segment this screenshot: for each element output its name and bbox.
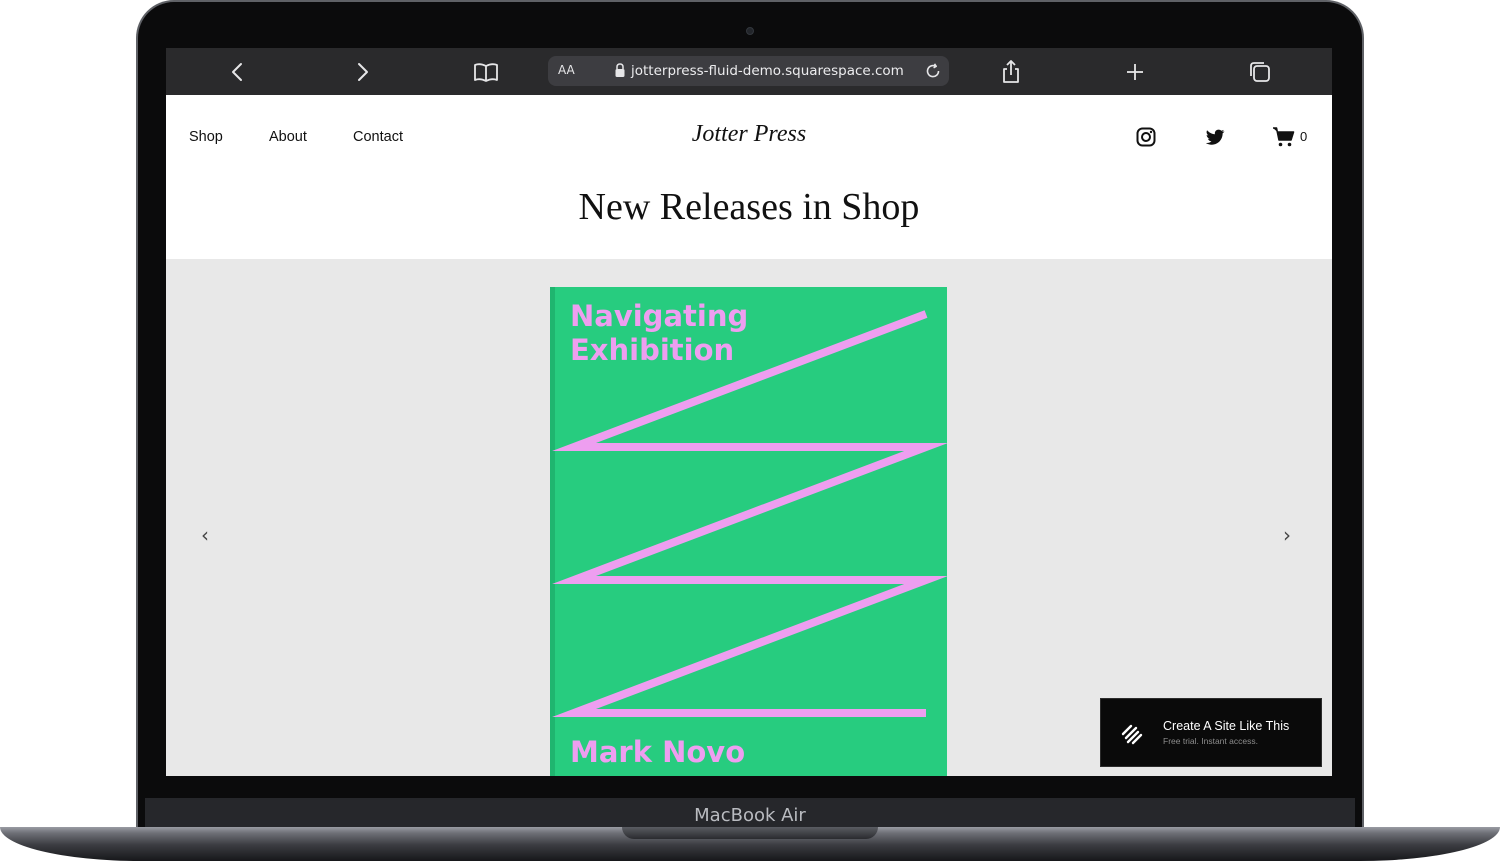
browser-toolbar: AA jotterpress-fluid-demo.squarespace.co… <box>166 48 1332 95</box>
squarespace-logo-icon <box>1121 724 1143 745</box>
laptop-base-notch <box>622 827 878 839</box>
badge-subtitle: Free trial. Instant access. <box>1163 736 1258 746</box>
book-title: Navigating Exhibition <box>570 299 830 367</box>
site-header: Shop About Contact Jotter Press 0 New Re <box>166 95 1332 259</box>
badge-title: Create A Site Like This <box>1163 719 1290 733</box>
carousel-prev-button[interactable]: ‹ <box>201 525 209 545</box>
address-bar[interactable]: AA jotterpress-fluid-demo.squarespace.co… <box>548 56 949 86</box>
twitter-icon[interactable] <box>1204 126 1226 148</box>
book-author: Mark Novo <box>570 735 746 769</box>
book-title-line-2: Exhibition <box>570 333 735 367</box>
url-text: jotterpress-fluid-demo.squarespace.com <box>631 63 904 79</box>
carousel-next-button[interactable]: › <box>1283 525 1291 545</box>
book-cover[interactable]: Navigating Exhibition Mark Novo <box>550 287 947 776</box>
tabs-overview-icon[interactable] <box>1245 57 1275 87</box>
device-label: MacBook Air <box>694 805 806 826</box>
cart-count: 0 <box>1300 129 1308 144</box>
instagram-icon[interactable] <box>1135 126 1157 148</box>
back-icon[interactable] <box>223 57 253 87</box>
site-logo[interactable]: Jotter Press <box>166 121 1332 148</box>
new-tab-icon[interactable] <box>1120 57 1150 87</box>
reload-icon[interactable] <box>924 62 942 80</box>
share-icon[interactable] <box>996 57 1026 87</box>
book-title-line-1: Navigating <box>570 299 749 333</box>
create-site-badge[interactable]: Create A Site Like This Free trial. Inst… <box>1100 698 1322 767</box>
lock-icon <box>615 63 625 77</box>
page-title: New Releases in Shop <box>578 186 920 228</box>
text-size-button[interactable]: AA <box>558 63 575 77</box>
bookmarks-icon[interactable] <box>471 57 501 87</box>
cart-button[interactable]: 0 <box>1272 126 1312 148</box>
browser-screen: AA jotterpress-fluid-demo.squarespace.co… <box>166 48 1332 776</box>
webcam <box>746 27 754 35</box>
forward-icon[interactable] <box>347 57 377 87</box>
cart-icon <box>1273 127 1295 147</box>
